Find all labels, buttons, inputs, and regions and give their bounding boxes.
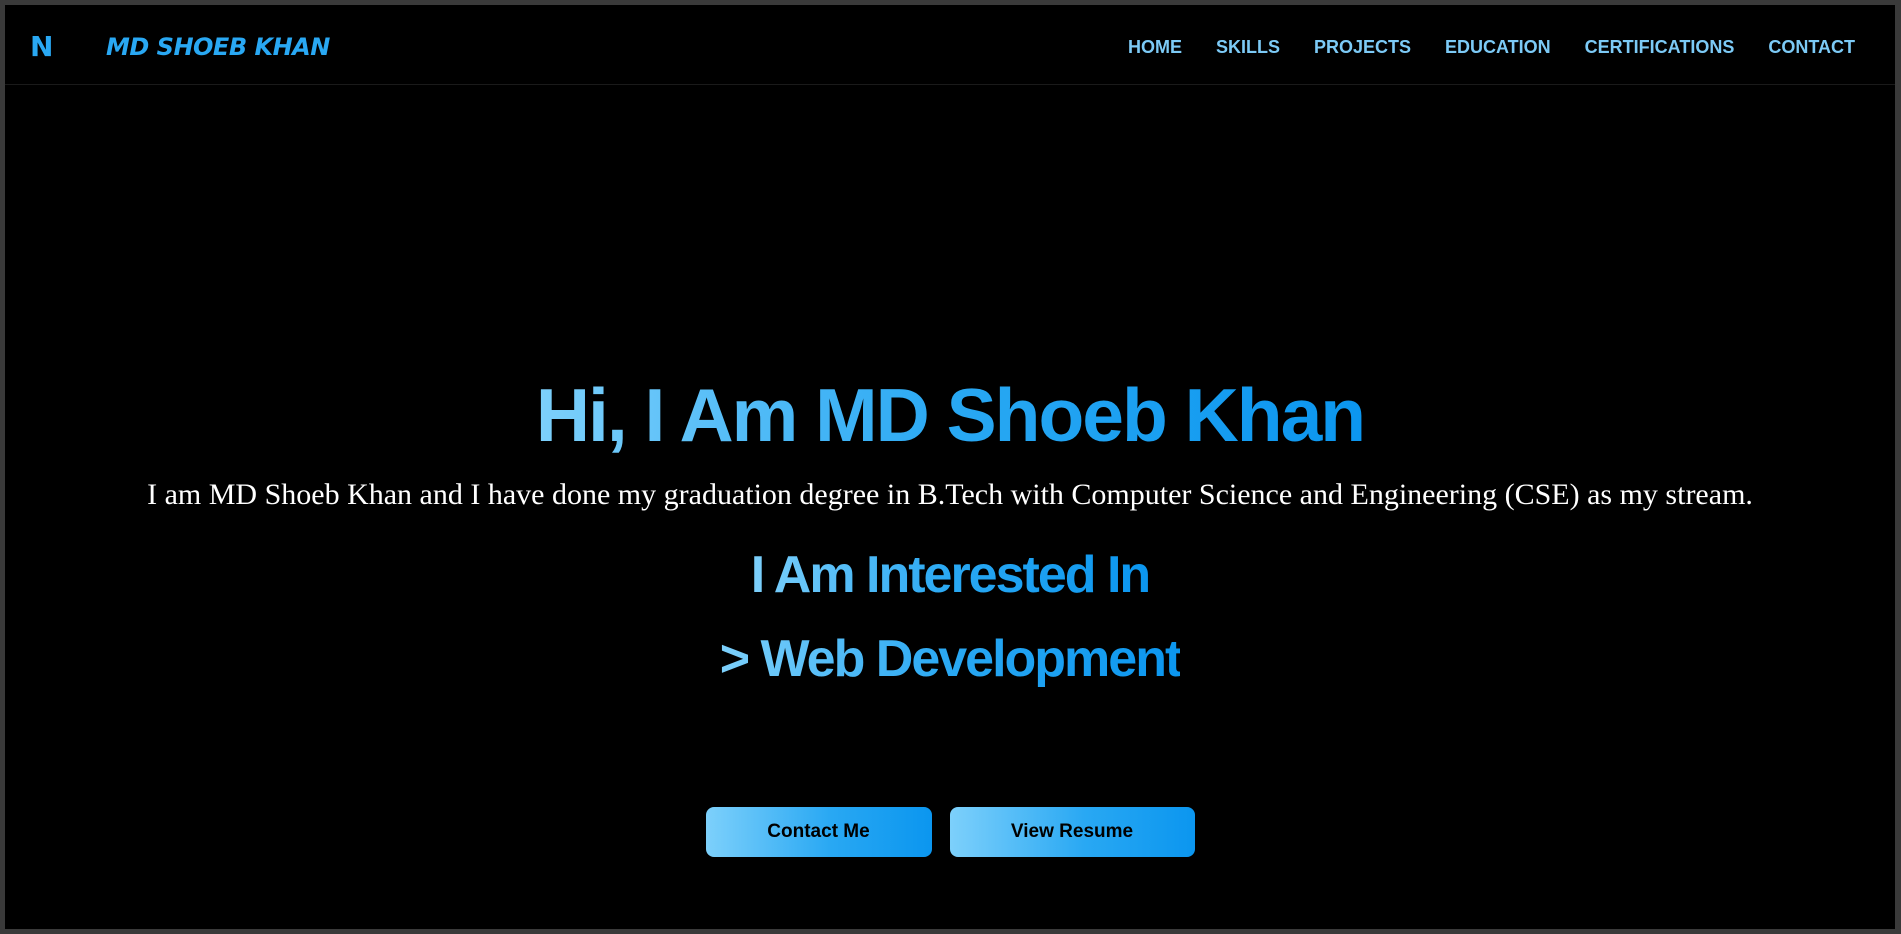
nav-links: HOME SKILLS PROJECTS EDUCATION CERTIFICA… [1128,33,1855,61]
nav-link-contact[interactable]: CONTACT [1768,33,1855,61]
nav-link-home[interactable]: HOME [1128,33,1182,61]
browser-window: N MD SHOEB KHAN HOME SKILLS PROJECTS EDU… [5,5,1895,929]
interest-heading: I Am Interested In [751,537,1151,613]
brand-name[interactable]: MD SHOEB KHAN [106,29,330,65]
logo[interactable]: N [30,27,53,67]
view-resume-button[interactable]: View Resume [949,807,1195,857]
hero-description: I am MD Shoeb Khan and I have done my gr… [147,478,1753,511]
contact-me-button[interactable]: Contact Me [705,807,932,857]
navbar: N MD SHOEB KHAN HOME SKILLS PROJECTS EDU… [5,5,1895,85]
nav-link-certifications[interactable]: CERTIFICATIONS [1585,33,1735,61]
interest-typed-text: > Web Development [720,621,1183,697]
nav-link-skills[interactable]: SKILLS [1216,33,1280,61]
hero-title: Hi, I Am MD Shoeb Khan [536,365,1366,465]
hero-buttons: Contact Me View Resume [5,807,1895,857]
nav-link-education[interactable]: EDUCATION [1445,33,1551,61]
nav-link-projects[interactable]: PROJECTS [1314,33,1411,61]
hero-section: Hi, I Am MD Shoeb Khan I am MD Shoeb Kha… [5,365,1895,697]
